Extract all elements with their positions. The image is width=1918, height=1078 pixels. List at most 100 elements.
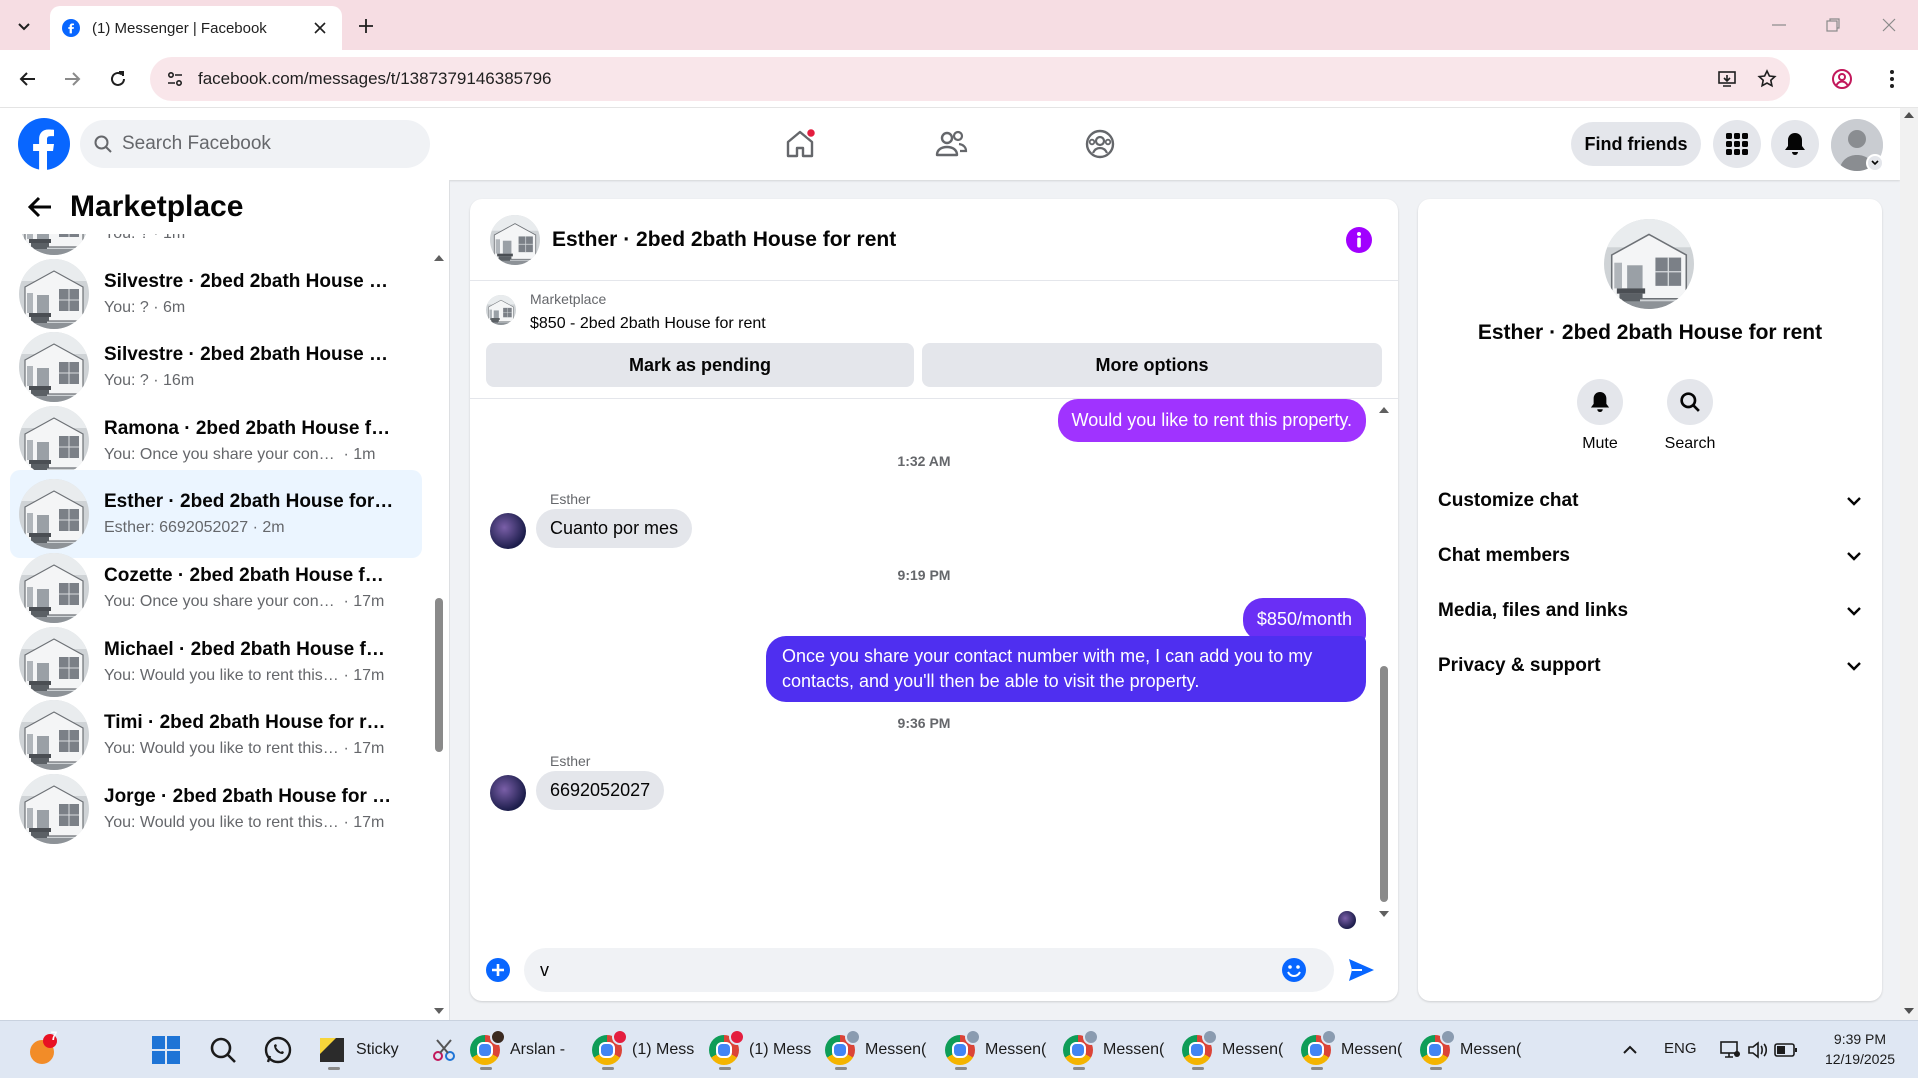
- running-indicator: [602, 1067, 614, 1070]
- plus-icon: [359, 19, 373, 33]
- whatsapp-app[interactable]: [260, 1032, 296, 1068]
- plus-circle-icon[interactable]: [484, 956, 512, 984]
- chrome-window-app[interactable]: (1) Mess: [592, 1029, 698, 1071]
- conversation-time: 17m: [353, 813, 385, 831]
- conversation-separator: ·: [339, 666, 354, 684]
- sidebar-title: Marketplace: [70, 190, 244, 223]
- nav-home[interactable]: [778, 122, 822, 166]
- battery-icon[interactable]: [1768, 1032, 1804, 1068]
- language-indicator[interactable]: ENG: [1664, 1040, 1697, 1057]
- chrome-window-app[interactable]: Messen(: [1063, 1029, 1169, 1071]
- nav-friends[interactable]: [929, 122, 973, 166]
- section-label: Privacy & support: [1438, 655, 1601, 676]
- chat-members-section[interactable]: Chat members: [1428, 531, 1872, 581]
- chrome-window-app[interactable]: (1) Mess: [709, 1029, 815, 1071]
- windows-taskbar: 7 Sticky I Arslan - (1) Mess (1) Mess Messen…: [0, 1020, 1918, 1078]
- sidebar-scrollbar[interactable]: [432, 250, 446, 1020]
- profile-icon[interactable]: [1826, 63, 1858, 95]
- listing-thumbnail[interactable]: [486, 295, 516, 325]
- emoji-icon[interactable]: [1280, 956, 1308, 984]
- tab-close-icon[interactable]: [310, 18, 330, 38]
- mark-as-pending-button[interactable]: Mark as pending: [486, 343, 914, 387]
- new-tab-button[interactable]: [352, 12, 380, 40]
- send-icon[interactable]: [1346, 955, 1376, 985]
- tab-search-button[interactable]: [8, 10, 40, 42]
- chrome-window-app[interactable]: Messen(: [1182, 1029, 1288, 1071]
- message-timestamp: 9:36 PM: [897, 715, 951, 731]
- info-title: Esther · 2bed 2bath House for rent: [1477, 321, 1823, 344]
- sender-avatar[interactable]: [490, 775, 526, 811]
- taskbar-app-label: Messen(: [1222, 1041, 1284, 1058]
- media-files-links-section[interactable]: Media, files and links: [1428, 586, 1872, 636]
- facebook-search-input[interactable]: [122, 133, 392, 155]
- message-bubble-outgoing[interactable]: $850/month: [1242, 598, 1366, 641]
- browser-tab-active[interactable]: (1) Messenger | Facebook: [50, 6, 342, 50]
- privacy-support-section[interactable]: Privacy & support: [1428, 641, 1872, 691]
- chat-scrollbar[interactable]: [1376, 404, 1392, 924]
- house-thumbnail-image: [19, 700, 89, 771]
- chat-avatar[interactable]: [490, 214, 540, 265]
- forward-button[interactable]: [56, 63, 88, 95]
- install-app-icon[interactable]: [1710, 62, 1744, 96]
- weather-widget-icon[interactable]: 7: [24, 1029, 60, 1068]
- conversation-separator: ·: [339, 445, 354, 463]
- customize-chat-section[interactable]: Customize chat: [1428, 476, 1872, 526]
- message-bubble-outgoing[interactable]: Once you share your contact number with …: [766, 636, 1366, 702]
- address-bar[interactable]: facebook.com/messages/t/1387379146385796: [150, 57, 1790, 101]
- sticky-notes-app[interactable]: Sticky I: [318, 1029, 404, 1071]
- find-friends-button[interactable]: Find friends: [1571, 122, 1701, 166]
- message-bubble-outgoing[interactable]: Would you like to rent this property.: [1057, 399, 1366, 442]
- taskbar-search-button[interactable]: [205, 1032, 241, 1068]
- house-thumbnail-image: [19, 553, 89, 623]
- chat-title[interactable]: Esther · 2bed 2bath House for rent: [552, 228, 1344, 252]
- back-button[interactable]: [12, 63, 44, 95]
- info-avatar[interactable]: [1604, 219, 1694, 309]
- page-scrollbar[interactable]: [1900, 108, 1918, 1020]
- sender-avatar[interactable]: [490, 513, 526, 549]
- more-options-button[interactable]: More options: [922, 343, 1382, 387]
- facebook-logo-icon[interactable]: [18, 118, 70, 170]
- notifications-button[interactable]: [1771, 120, 1819, 168]
- conversation-preview: You: ?: [104, 372, 149, 390]
- back-arrow-icon[interactable]: [20, 187, 60, 227]
- account-chevron-icon[interactable]: [1866, 154, 1884, 172]
- conversation-name: Silvestre · 2bed 2bath House for...: [104, 344, 394, 366]
- facebook-search[interactable]: [80, 120, 430, 168]
- nav-groups[interactable]: [1078, 122, 1122, 166]
- chevron-down-icon: [1847, 552, 1861, 561]
- house-thumbnail-image: [19, 773, 89, 844]
- system-clock[interactable]: 9:39 PM 12/19/2025: [1812, 1029, 1908, 1069]
- listing-title[interactable]: $850 - 2bed 2bath House for rent: [530, 315, 766, 333]
- chrome-icon: [709, 1029, 745, 1065]
- message-bubble-incoming[interactable]: Cuanto por mes: [536, 509, 693, 548]
- close-window-button[interactable]: [1866, 10, 1912, 40]
- message-bubble-incoming[interactable]: 6692052027: [536, 771, 665, 810]
- listing-banner: Marketplace $850 - 2bed 2bath House for …: [470, 281, 1398, 399]
- info-icon[interactable]: [1344, 225, 1374, 255]
- search-icon: [94, 135, 112, 153]
- chrome-window-app[interactable]: Messen(: [1420, 1029, 1526, 1071]
- search-action[interactable]: Search: [1650, 379, 1730, 453]
- reload-button[interactable]: [102, 63, 134, 95]
- chrome-window-app[interactable]: Messen(: [945, 1029, 1051, 1071]
- running-indicator: [480, 1067, 492, 1070]
- message-input[interactable]: [540, 959, 1280, 981]
- conversation-avatar: [19, 626, 89, 697]
- chevron-down-icon: [1847, 497, 1861, 506]
- chrome-window-app[interactable]: Arslan -: [470, 1029, 576, 1071]
- facebook-top-nav: Find friends: [0, 108, 1900, 180]
- site-info-icon[interactable]: [160, 64, 190, 94]
- bookmark-star-icon[interactable]: [1750, 62, 1784, 96]
- start-button[interactable]: [148, 1032, 184, 1068]
- snipping-tool-icon[interactable]: [426, 1032, 462, 1068]
- chrome-window-app[interactable]: Messen(: [1301, 1029, 1407, 1071]
- conversation-item[interactable]: Jorge · 2bed 2bath House for rent You: Wo…: [10, 765, 422, 853]
- minimize-button[interactable]: [1756, 10, 1802, 40]
- browser-menu-icon[interactable]: [1876, 63, 1908, 95]
- restore-button[interactable]: [1810, 10, 1856, 40]
- chrome-window-app[interactable]: Messen(: [825, 1029, 931, 1071]
- mute-action[interactable]: Mute: [1560, 379, 1640, 453]
- tray-overflow-chevron-icon[interactable]: [1612, 1032, 1648, 1068]
- mute-label: Mute: [1582, 435, 1618, 452]
- menu-button[interactable]: [1713, 120, 1761, 168]
